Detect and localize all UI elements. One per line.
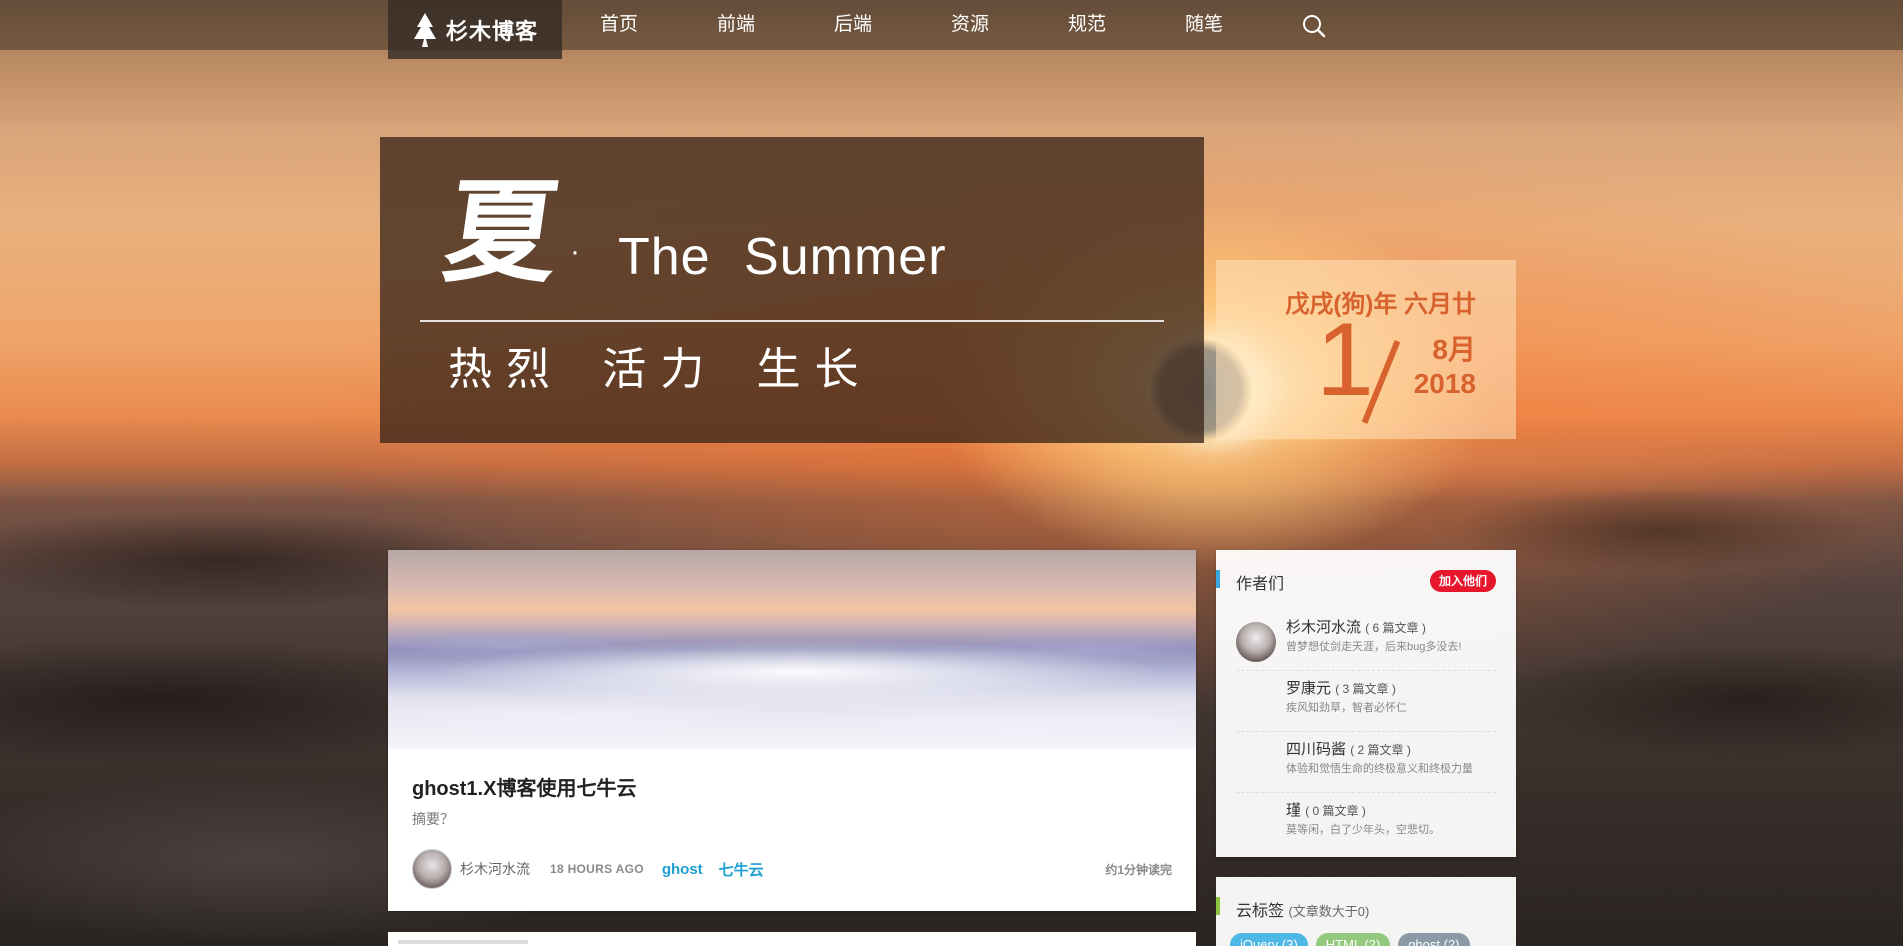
authors-widget: 作者们 加入他们 杉木河水流 ( 6 篇文章 ) 曾梦想仗剑走天涯，后来bug多… — [1216, 550, 1516, 857]
post-card[interactable]: ghost1.X博客使用七牛云 摘要？ 杉木河水流 18 HOURS AGO g… — [388, 550, 1196, 911]
hero-season-char: 夏 — [436, 167, 568, 298]
nav-menu: 首页 前端 后端 资源 规范 随笔 — [600, 0, 1302, 50]
post-cover-image[interactable] — [388, 550, 1196, 749]
author-avatar[interactable] — [1236, 622, 1276, 662]
tag-pill[interactable]: ghost (2) — [1398, 933, 1470, 946]
post-time: 18 HOURS AGO — [550, 862, 644, 876]
hero-banner: 夏 · The Summer 热烈 活力 生长 — [380, 137, 1204, 443]
tag-cloud-title-text: 云标签 — [1236, 903, 1285, 920]
nav-item-home[interactable]: 首页 — [600, 0, 717, 50]
author-bio: 体验和觉悟生命的终极意义和终极力量 — [1286, 763, 1473, 775]
author-item[interactable]: 四川码酱 ( 2 篇文章 ) 体验和觉悟生命的终极意义和终极力量 — [1236, 732, 1496, 793]
author-name-line[interactable]: 杉木河水流 ( 6 篇文章 ) — [1286, 616, 1426, 637]
hero-subtitle: 热烈 活力 生长 — [448, 345, 873, 394]
authors-widget-title: 作者们 — [1236, 576, 1285, 593]
top-navbar: 杉木博客 首页 前端 后端 资源 规范 随笔 — [0, 0, 1903, 59]
author-item[interactable]: 瑾 ( 0 篇文章 ) 莫等闲，白了少年头，空悲切。 — [1236, 793, 1496, 854]
tree-logo-icon — [414, 12, 436, 47]
hero-title: The Summer — [618, 228, 947, 286]
nav-item-frontend[interactable]: 前端 — [717, 0, 834, 50]
post-meta: 杉木河水流 18 HOURS AGO ghost 七牛云 约1分钟读完 — [412, 849, 1172, 889]
date-year: 2018 — [1413, 368, 1476, 399]
author-name-line[interactable]: 四川码酱 ( 2 篇文章 ) — [1286, 738, 1411, 759]
nav-item-backend[interactable]: 后端 — [834, 0, 951, 50]
tag-pill[interactable]: jQuery (3) — [1230, 933, 1308, 946]
tag-cloud-note: (文章数大于0) — [1288, 904, 1370, 919]
author-bio: 曾梦想仗剑走天涯，后来bug多没去! — [1286, 641, 1462, 653]
tag-cloud-title: 云标签 (文章数大于0) — [1236, 897, 1369, 921]
author-name[interactable]: 四川码酱 — [1286, 741, 1346, 758]
post-read-time: 约1分钟读完 — [1105, 862, 1172, 877]
widget-accent-bar — [1216, 570, 1220, 588]
author-post-count: ( 0 篇文章 ) — [1305, 804, 1366, 818]
post-card-next-placeholder — [398, 940, 528, 944]
hero-divider — [420, 320, 1164, 322]
author-avatar[interactable] — [412, 849, 452, 889]
date-card: 戊戌(狗)年 六月廿 1 8月 2018 — [1216, 260, 1516, 439]
nav-item-standards[interactable]: 规范 — [1068, 0, 1185, 50]
author-bio: 疾风知劲草，智者必怀仁 — [1286, 702, 1407, 714]
author-name-line[interactable]: 瑾 ( 0 篇文章 ) — [1286, 799, 1366, 820]
author-name[interactable]: 瑾 — [1286, 802, 1301, 819]
author-post-count: ( 3 篇文章 ) — [1335, 682, 1396, 696]
author-name[interactable]: 杉木河水流 — [1286, 619, 1361, 636]
post-author[interactable]: 杉木河水流 — [460, 859, 530, 879]
post-card-next[interactable] — [388, 932, 1196, 946]
author-item[interactable]: 杉木河水流 ( 6 篇文章 ) 曾梦想仗剑走天涯，后来bug多没去! — [1236, 610, 1496, 671]
author-name[interactable]: 罗康元 — [1286, 680, 1331, 697]
nav-item-essays[interactable]: 随笔 — [1185, 0, 1302, 50]
author-post-count: ( 6 篇文章 ) — [1365, 621, 1426, 635]
hero-dot: · — [570, 235, 580, 268]
post-title[interactable]: ghost1.X博客使用七牛云 — [412, 772, 636, 801]
author-post-count: ( 2 篇文章 ) — [1350, 743, 1411, 757]
authors-widget-header: 作者们 加入他们 — [1216, 550, 1516, 610]
date-day: 1 — [1316, 302, 1374, 418]
brand-name: 杉木博客 — [446, 18, 539, 44]
search-icon[interactable] — [1302, 14, 1326, 38]
post-excerpt: 摘要？ — [412, 811, 454, 827]
author-name-line[interactable]: 罗康元 ( 3 篇文章 ) — [1286, 677, 1396, 698]
join-button[interactable]: 加入他们 — [1429, 570, 1496, 592]
post-tag[interactable]: ghost — [662, 861, 703, 878]
post-tag[interactable]: 七牛云 — [719, 859, 764, 880]
author-bio: 莫等闲，白了少年头，空悲切。 — [1286, 824, 1440, 836]
tag-pill[interactable]: HTML (2) — [1315, 933, 1391, 946]
tag-list: jQuery (3) HTML (2) ghost (2) — [1230, 933, 1478, 946]
brand-logo-link[interactable]: 杉木博客 — [388, 0, 562, 59]
author-item[interactable]: 罗康元 ( 3 篇文章 ) 疾风知劲草，智者必怀仁 — [1236, 671, 1496, 732]
widget-accent-bar — [1216, 897, 1220, 915]
nav-item-resources[interactable]: 资源 — [951, 0, 1068, 50]
tag-cloud-widget: 云标签 (文章数大于0) jQuery (3) HTML (2) ghost (… — [1216, 877, 1516, 946]
date-month: 8月 — [1432, 334, 1476, 365]
lunar-date: 戊戌(狗)年 六月廿 — [1285, 291, 1476, 318]
